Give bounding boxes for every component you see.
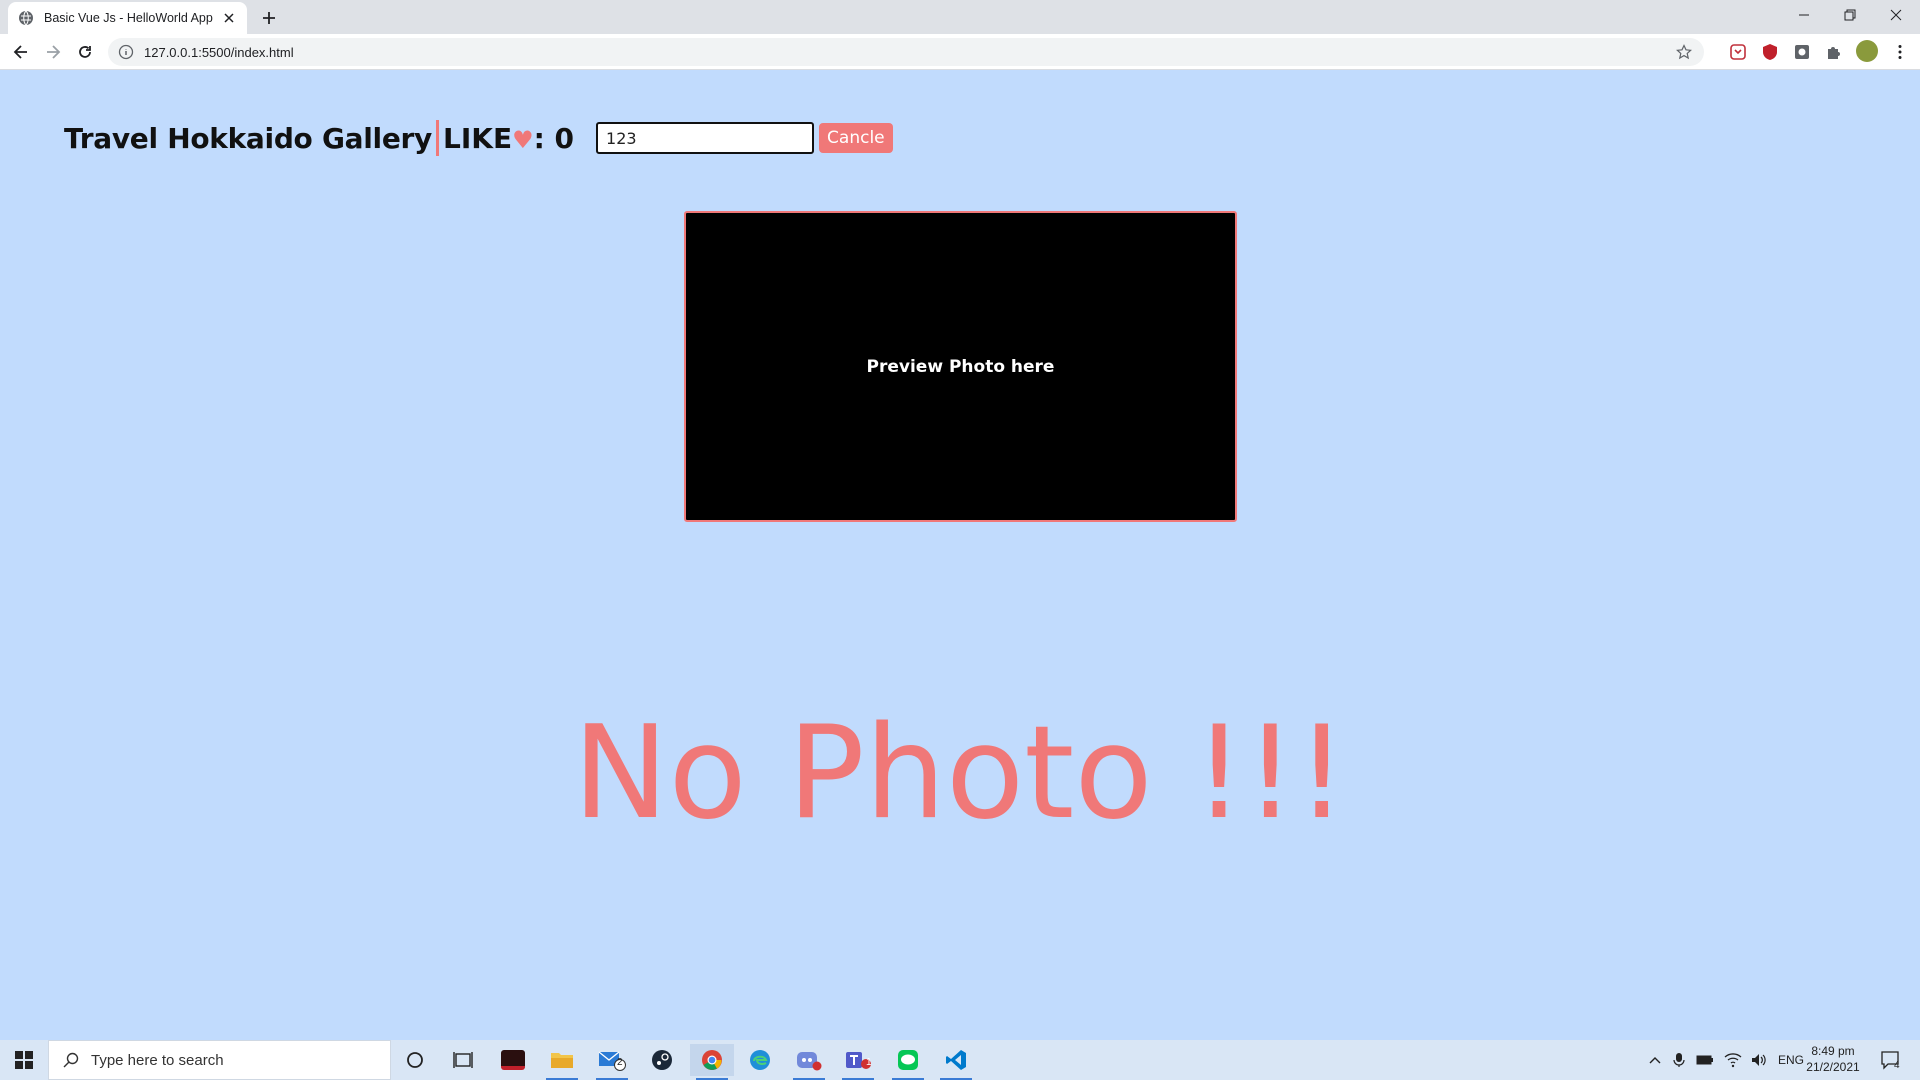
address-bar[interactable]: 127.0.0.1:5500/index.html (108, 38, 1704, 66)
profile-avatar[interactable] (1856, 40, 1878, 62)
taskbar-app-mail[interactable]: 2 (590, 1044, 634, 1080)
tab-title: Basic Vue Js - HelloWorld App (44, 11, 213, 25)
restore-icon (1844, 9, 1856, 21)
menu-icon[interactable] (1891, 43, 1909, 61)
mail-badge: 2 (617, 1057, 623, 1068)
preview-placeholder-text: Preview Photo here (866, 356, 1055, 377)
taskbar-app-chrome[interactable] (690, 1044, 734, 1080)
shield-extension-icon[interactable] (1761, 43, 1779, 61)
heart-icon: ♥ (512, 125, 534, 154)
taskbar-app-teams[interactable]: 1 (836, 1044, 880, 1080)
info-icon[interactable] (118, 44, 134, 60)
battery-icon[interactable] (1696, 1053, 1714, 1067)
pocket-extension-icon[interactable] (1729, 43, 1747, 61)
no-photo-message: No Photo !!! (572, 699, 1348, 848)
system-tray: ENG (1648, 1040, 1804, 1080)
cortana-icon (407, 1052, 423, 1068)
like-counter: LIKE♥: 0 (443, 122, 574, 155)
taskbar-app-game[interactable] (491, 1044, 535, 1076)
taskbar: Type here to search 2 1 ENG 8:49 pm 21/2… (0, 1040, 1920, 1080)
reload-icon[interactable] (75, 42, 95, 62)
taskbar-app-file-explorer[interactable] (540, 1044, 584, 1080)
puzzle-extensions-icon[interactable] (1825, 43, 1843, 61)
like-count: : 0 (533, 121, 575, 155)
start-button[interactable] (0, 1040, 48, 1080)
volume-icon[interactable] (1750, 1052, 1768, 1068)
taskbar-app-edge[interactable] (738, 1044, 782, 1076)
taskbar-clock[interactable]: 8:49 pm 21/2/2021 (1798, 1043, 1868, 1075)
windows-logo-icon (15, 1051, 33, 1069)
page-content: Travel Hokkaido Gallery LIKE♥: 0 Cancle … (0, 70, 1920, 1040)
new-tab-icon[interactable] (259, 8, 279, 28)
restore-button[interactable] (1836, 4, 1864, 26)
star-icon[interactable] (1676, 44, 1692, 60)
clock-date: 21/2/2021 (1806, 1060, 1860, 1074)
edge-icon (750, 1050, 770, 1070)
photo-preview: Preview Photo here (684, 211, 1237, 522)
globe-icon (19, 10, 33, 26)
close-icon[interactable] (221, 10, 237, 26)
page-title: Travel Hokkaido Gallery (64, 121, 432, 155)
close-icon (1890, 9, 1902, 21)
teams-badge: 1 (866, 1057, 872, 1068)
notification-count: 4 (1894, 1060, 1900, 1071)
tab-strip: Basic Vue Js - HelloWorld App (0, 0, 1920, 34)
taskbar-app-line[interactable] (886, 1044, 930, 1080)
chrome-icon (702, 1050, 722, 1070)
minimize-icon (1799, 14, 1809, 16)
header: Travel Hokkaido Gallery LIKE♥: 0 Cancle (64, 120, 893, 156)
title-divider (435, 120, 439, 156)
folder-icon (551, 1053, 573, 1068)
task-view-icon (453, 1052, 473, 1068)
square-extension-icon[interactable] (1793, 43, 1811, 61)
line-icon (898, 1050, 918, 1070)
taskbar-search-placeholder: Type here to search (91, 1051, 224, 1069)
wifi-icon[interactable] (1724, 1052, 1742, 1068)
search-icon (63, 1052, 79, 1068)
taskbar-app-steam[interactable] (640, 1044, 684, 1076)
game-app-icon (501, 1050, 525, 1070)
browser-tab[interactable]: Basic Vue Js - HelloWorld App (8, 2, 247, 34)
minimize-button[interactable] (1790, 4, 1818, 26)
microphone-icon[interactable] (1672, 1052, 1686, 1068)
chevron-up-icon[interactable] (1648, 1053, 1662, 1067)
cortana-button[interactable] (393, 1044, 437, 1076)
forward-icon[interactable] (43, 42, 63, 62)
clock-time: 8:49 pm (1811, 1044, 1855, 1058)
steam-icon (652, 1050, 672, 1070)
task-view-button[interactable] (441, 1044, 485, 1076)
discord-icon (797, 1052, 822, 1071)
vscode-icon (946, 1050, 966, 1070)
taskbar-app-discord[interactable] (787, 1044, 831, 1080)
url-text: 127.0.0.1:5500/index.html (144, 44, 294, 60)
taskbar-search-box[interactable]: Type here to search (48, 1040, 391, 1080)
browser-toolbar: 127.0.0.1:5500/index.html (0, 34, 1920, 70)
photo-search-input[interactable] (596, 122, 815, 154)
cancel-button[interactable]: Cancle (819, 123, 893, 153)
close-window-button[interactable] (1882, 4, 1910, 26)
notification-center-button[interactable]: 4 (1880, 1040, 1902, 1080)
back-icon[interactable] (11, 42, 31, 62)
like-label: LIKE (442, 121, 513, 155)
taskbar-app-vscode[interactable] (934, 1044, 978, 1080)
